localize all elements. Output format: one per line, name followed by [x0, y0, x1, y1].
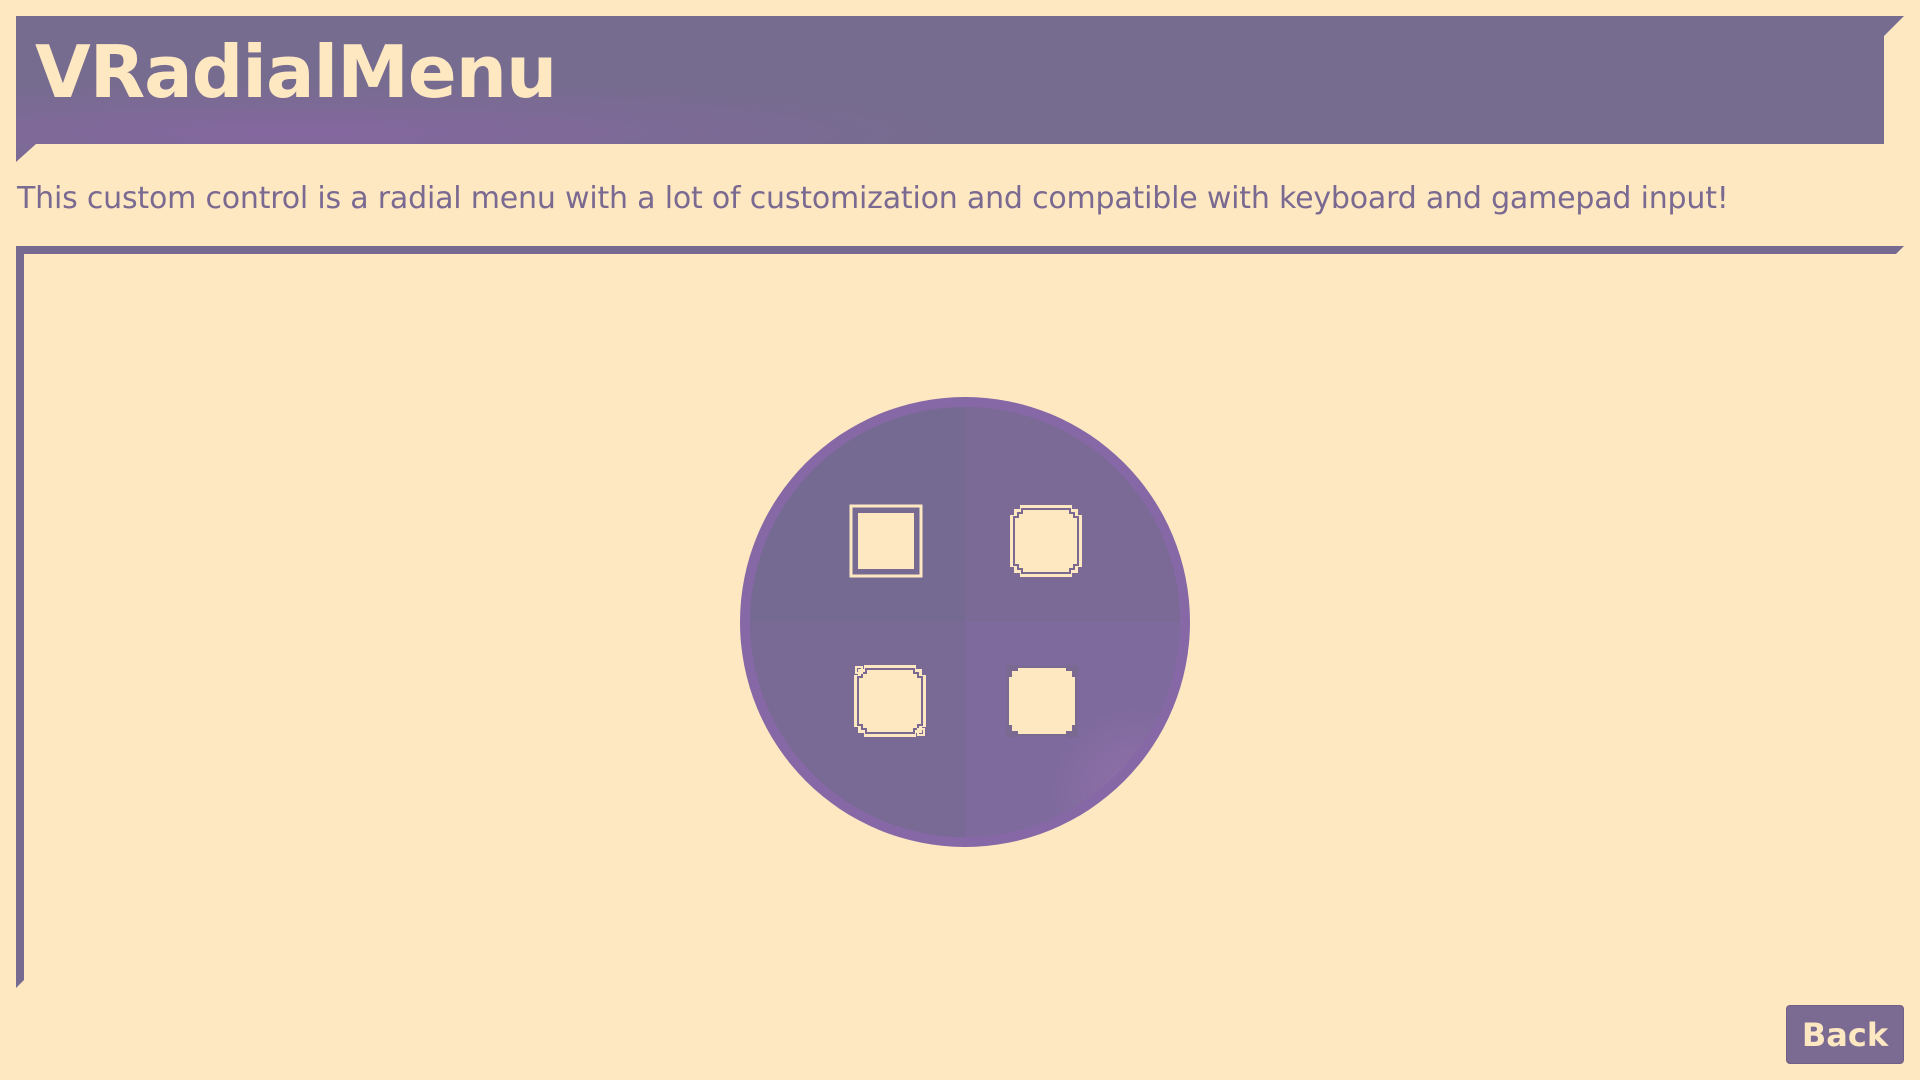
radial-item-3[interactable] [852, 663, 928, 739]
frame-square-icon [849, 504, 923, 578]
frame-notched-icon [1010, 505, 1082, 577]
radial-item-4[interactable] [1004, 663, 1080, 739]
radial-menu-disc [740, 397, 1190, 847]
page-title: VRadialMenu [35, 30, 557, 114]
frame-notched-icon [854, 665, 926, 737]
radial-menu[interactable] [740, 397, 1190, 847]
back-button[interactable]: Back [1787, 1006, 1903, 1063]
radial-item-1[interactable] [848, 503, 924, 579]
frame-bracket-icon [1006, 665, 1078, 737]
page-description: This custom control is a radial menu wit… [17, 181, 1729, 216]
radial-item-2[interactable] [1008, 503, 1084, 579]
radial-menu-demo-page: VRadialMenu This custom control is a rad… [0, 0, 1920, 1080]
title-banner: VRadialMenu [16, 16, 1904, 162]
